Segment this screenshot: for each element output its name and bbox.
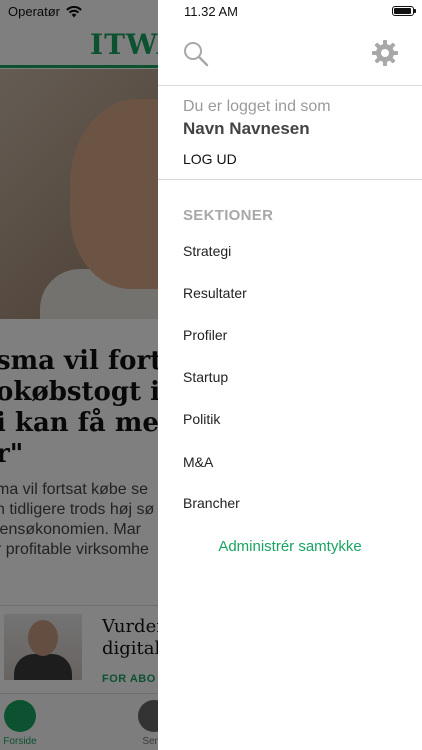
nav-item-m-and-a[interactable]: M&A xyxy=(183,454,213,470)
search-icon[interactable] xyxy=(182,40,210,68)
battery-icon xyxy=(392,6,416,16)
gear-icon[interactable] xyxy=(372,40,398,66)
nav-item-strategi[interactable]: Strategi xyxy=(183,243,231,259)
logout-button[interactable]: LOG UD xyxy=(183,151,237,167)
divider xyxy=(158,85,422,86)
nav-item-startup[interactable]: Startup xyxy=(183,369,228,385)
side-drawer: 11.32 AM Du er logget ind som Navn Navne… xyxy=(158,0,422,750)
sections-heading: SEKTIONER xyxy=(183,207,274,224)
manage-consent-link[interactable]: Administrér samtykke xyxy=(158,538,422,555)
login-caption: Du er logget ind som xyxy=(183,98,331,115)
status-time: 11.32 AM xyxy=(184,4,238,19)
nav-item-brancher[interactable]: Brancher xyxy=(183,495,240,511)
nav-item-politik[interactable]: Politik xyxy=(183,411,220,427)
nav-item-resultater[interactable]: Resultater xyxy=(183,285,247,301)
nav-item-profiler[interactable]: Profiler xyxy=(183,327,227,343)
user-name: Navn Navnesen xyxy=(183,119,310,138)
divider xyxy=(158,179,422,180)
